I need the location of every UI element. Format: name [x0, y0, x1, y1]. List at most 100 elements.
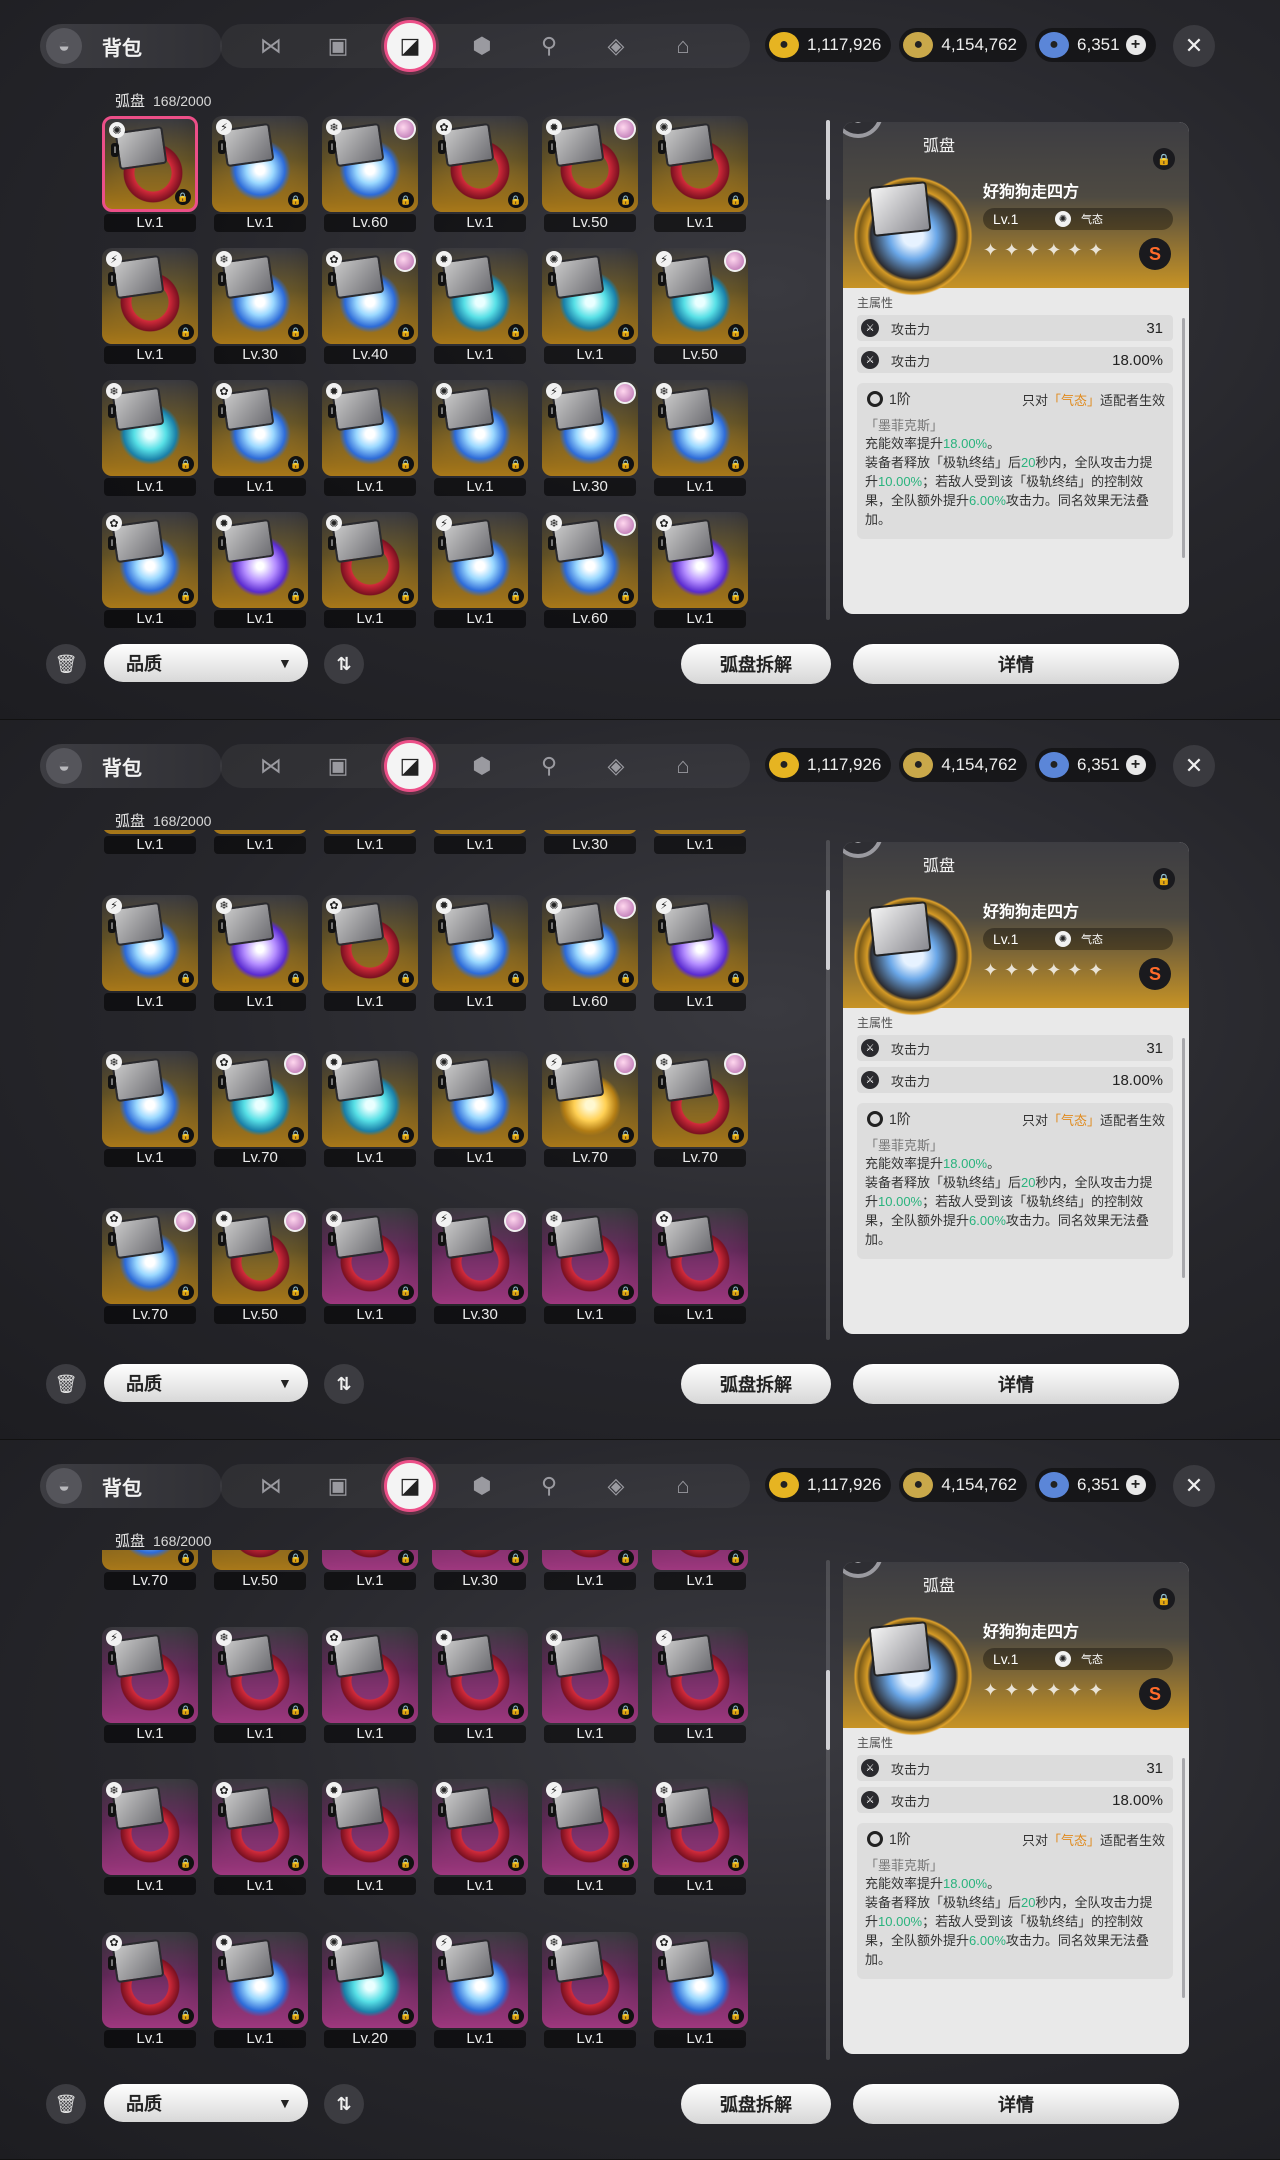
close-button[interactable]: ✕: [1173, 25, 1215, 67]
disc-card[interactable]: ❄I🔒Lv.1: [100, 1779, 200, 1895]
disc-card[interactable]: ✺I🔒Lv.1: [650, 1550, 750, 1590]
tab-home[interactable]: ⌂: [662, 25, 704, 67]
disc-card[interactable]: ✹ I 🔒 Lv.1: [320, 1779, 420, 1895]
disc-card[interactable]: ✹ I 🔒 Lv.50: [210, 1207, 310, 1324]
disc-card[interactable]: ✹ I 🔒 Lv.1: [430, 248, 530, 364]
tab-gadgets[interactable]: ▣: [317, 25, 359, 67]
detail-scrollbar[interactable]: [1182, 1758, 1185, 1998]
disc-card[interactable]: ✿I🔒Lv.1: [210, 1779, 310, 1895]
tab-food[interactable]: ⚲: [528, 745, 570, 787]
sort-order-button[interactable]: ⇅: [324, 1364, 364, 1404]
dismantle-button[interactable]: 弧盘拆解: [681, 1364, 831, 1404]
lock-icon[interactable]: 🔒: [1153, 148, 1175, 170]
disc-card[interactable]: ❄ I 🔒 Lv.30: [210, 248, 310, 364]
disc-card[interactable]: ⚡I🔒Lv.1: [430, 512, 530, 628]
dismantle-button[interactable]: 弧盘拆解: [681, 2084, 831, 2124]
disc-card[interactable]: ✿I🔒Lv.1: [100, 1931, 200, 2048]
tab-agents[interactable]: ⋈: [250, 1465, 292, 1507]
disc-card[interactable]: ❄I🔒Lv.1: [100, 1051, 200, 1167]
detail-scrollbar[interactable]: [1182, 318, 1185, 558]
details-button[interactable]: 详情: [853, 1364, 1179, 1404]
tab-agents[interactable]: ⋈: [250, 745, 292, 787]
tab-materials[interactable]: ⬢: [461, 745, 503, 787]
dismantle-button[interactable]: 弧盘拆解: [681, 644, 831, 684]
disc-card[interactable]: ✿I🔒Lv.1: [320, 894, 420, 1011]
disc-card[interactable]: ✺I🔒 Lv.70: [100, 1550, 200, 1590]
disc-card[interactable]: ❄I🔒Lv.1: [210, 894, 310, 1011]
quality-sort-dropdown[interactable]: 品质 ▼: [104, 644, 308, 682]
disc-card[interactable]: ✺I🔒Lv.1: [430, 1051, 530, 1167]
grid-scrollbar[interactable]: [826, 1560, 830, 2060]
disc-card[interactable]: ⚡ I 🔒 Lv.30: [540, 380, 640, 496]
disc-card[interactable]: ✿I🔒Lv.1: [430, 830, 530, 854]
disc-card[interactable]: ✺I🔒Lv.1: [430, 1779, 530, 1895]
disc-card[interactable]: ⚡I🔒Lv.1: [540, 1779, 640, 1895]
disc-card[interactable]: ✿I🔒Lv.1: [650, 1931, 750, 2048]
disc-card[interactable]: ✿I🔒Lv.1: [320, 1626, 420, 1743]
quality-sort-dropdown[interactable]: 品质 ▼: [104, 1364, 308, 1402]
tab-gadgets[interactable]: ▣: [317, 1465, 359, 1507]
close-button[interactable]: ✕: [1173, 745, 1215, 787]
disc-card[interactable]: ✺I🔒Lv.1: [320, 512, 420, 628]
grid-scrollbar-thumb[interactable]: [826, 120, 830, 200]
disc-card[interactable]: ❄ I 🔒 Lv.70: [650, 1051, 750, 1167]
sort-order-button[interactable]: ⇅: [324, 644, 364, 684]
disc-card[interactable]: ✺I🔒Lv.1: [100, 830, 200, 854]
disc-card[interactable]: ⚡ I 🔒 Lv.70: [540, 1051, 640, 1167]
disc-card[interactable]: ⚡I🔒Lv.1: [650, 1626, 750, 1743]
disc-card[interactable]: ⚡I🔒Lv.1: [210, 830, 310, 854]
disc-card[interactable]: ✿ I 🔒 Lv.70: [210, 1051, 310, 1167]
disc-card[interactable]: ✹ I 🔒 Lv.1: [320, 1051, 420, 1167]
grid-scrollbar[interactable]: [826, 120, 830, 620]
disc-card[interactable]: ⚡I🔒Lv.1: [650, 894, 750, 1011]
tab-w-engines[interactable]: ◈: [595, 1465, 637, 1507]
disc-card[interactable]: ✹ I 🔒 Lv.1: [320, 380, 420, 496]
disc-card[interactable]: ❄I🔒Lv.1: [650, 1779, 750, 1895]
trash-button[interactable]: 🗑: [46, 644, 86, 684]
tab-gadgets[interactable]: ▣: [317, 745, 359, 787]
disc-card[interactable]: ⚡I🔒Lv.1: [430, 1931, 530, 2048]
disc-card[interactable]: ✹ I 🔒 Lv.1: [430, 894, 530, 1011]
disc-card[interactable]: ✿I🔒Lv.1: [650, 512, 750, 628]
detail-scrollbar[interactable]: [1182, 1038, 1185, 1278]
grid-scrollbar[interactable]: [826, 840, 830, 1340]
tab-food[interactable]: ⚲: [528, 1465, 570, 1507]
disc-card[interactable]: ❄I🔒Lv.1: [540, 1207, 640, 1324]
disc-card[interactable]: ✿I🔒Lv.1: [210, 380, 310, 496]
disc-card[interactable]: ✿I🔒Lv.1: [100, 512, 200, 628]
disc-card[interactable]: ✺I🔒Lv.1: [650, 116, 750, 232]
disc-card[interactable]: ⚡I🔒Lv.50: [650, 248, 750, 364]
disc-card[interactable]: ⚡I🔒Lv.1: [100, 1626, 200, 1743]
tab-materials[interactable]: ⬢: [461, 25, 503, 67]
disc-card[interactable]: ❄I🔒Lv.1: [320, 830, 420, 854]
disc-card[interactable]: ⚡I🔒Lv.1: [100, 248, 200, 364]
trash-button[interactable]: 🗑: [46, 2084, 86, 2124]
disc-card[interactable]: ✺I🔒Lv.1: [540, 248, 640, 364]
disc-card[interactable]: ✺I🔒Lv.1: [430, 380, 530, 496]
disc-card[interactable]: ✹ I 🔒 Lv.1: [430, 1626, 530, 1743]
tab-home[interactable]: ⌂: [662, 745, 704, 787]
disc-card[interactable]: ❄ I 🔒 Lv.60: [320, 116, 420, 232]
tab-drive-discs[interactable]: ◪: [384, 20, 436, 72]
disc-card[interactable]: ✺I🔒Lv.1: [100, 116, 200, 232]
disc-card[interactable]: ⚡I🔒Lv.1: [100, 894, 200, 1011]
disc-card[interactable]: ⚡I🔒Lv.50: [210, 1550, 310, 1590]
disc-card[interactable]: ❄I🔒Lv.1: [100, 380, 200, 496]
close-button[interactable]: ✕: [1173, 1465, 1215, 1507]
disc-card[interactable]: ✺ I 🔒 Lv.20: [320, 1931, 420, 2048]
tab-drive-discs[interactable]: ◪: [384, 1460, 436, 1512]
tab-home[interactable]: ⌂: [662, 1465, 704, 1507]
disc-card[interactable]: ⚡ I 🔒 Lv.30: [430, 1207, 530, 1324]
disc-card[interactable]: ✿ I 🔒 Lv.40: [320, 248, 420, 364]
lock-icon[interactable]: 🔒: [1153, 868, 1175, 890]
disc-card[interactable]: ✿ I 🔒 Lv.70: [100, 1207, 200, 1324]
disc-card[interactable]: ❄ I 🔒 Lv.60: [540, 512, 640, 628]
tab-agents[interactable]: ⋈: [250, 25, 292, 67]
details-button[interactable]: 详情: [853, 644, 1179, 684]
disc-card[interactable]: ❄I🔒Lv.1: [540, 1931, 640, 2048]
quality-sort-dropdown[interactable]: 品质 ▼: [104, 2084, 308, 2122]
sort-order-button[interactable]: ⇅: [324, 2084, 364, 2124]
disc-card[interactable]: ✹ I 🔒 Lv.1: [210, 512, 310, 628]
tab-w-engines[interactable]: ◈: [595, 745, 637, 787]
disc-card[interactable]: ✺ I 🔒 Lv.60: [540, 894, 640, 1011]
